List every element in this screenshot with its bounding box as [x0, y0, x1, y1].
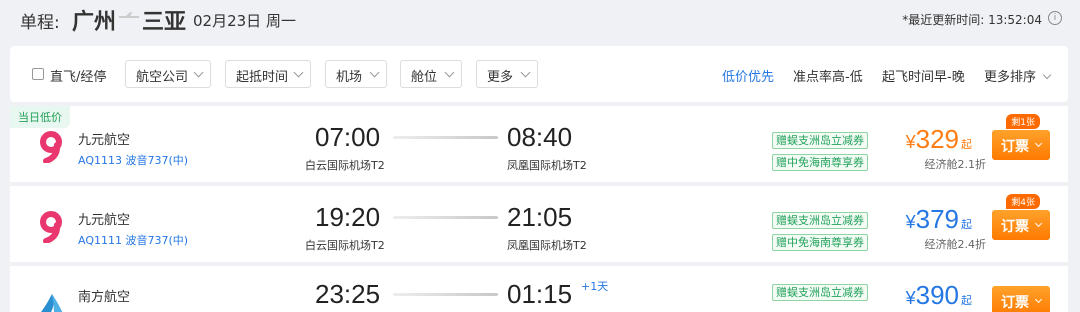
- flight-card: 当日低价 九元航空 AQ1113 波音737(中) 07:00 白云国际机场T2…: [10, 106, 1068, 182]
- promo-coupon-badge[interactable]: 赠蜈支洲岛立减券: [772, 212, 868, 229]
- route-header: 单程: 广州 三亚 02月23日 周一 *最近更新时间: 13:52:04 i: [0, 0, 1080, 40]
- flight-number-link[interactable]: AQ1113 波音737(中): [78, 152, 188, 168]
- flight-card: 九元航空 AQ1111 波音737(中) 19:20 白云国际机场T2 21:0…: [10, 186, 1068, 262]
- currency-symbol: ¥: [905, 212, 916, 232]
- price-suffix: 起: [961, 219, 972, 231]
- departure-time: 23:25: [315, 279, 381, 309]
- price-value: 379: [915, 204, 959, 234]
- arrival-time: 21:05: [507, 202, 573, 232]
- ticket-price: ¥379 起: [906, 204, 972, 235]
- chevron-down-icon: [444, 67, 455, 78]
- arrival-time: 08:40: [507, 122, 573, 152]
- lowest-price-tag: 当日低价: [10, 106, 70, 128]
- chevron-down-icon: [520, 67, 531, 78]
- currency-symbol: ¥: [905, 132, 916, 152]
- filter-airline-label: 航空公司: [136, 70, 189, 85]
- chevron-down-icon: [1034, 295, 1043, 304]
- book-button-label: 订票: [1001, 295, 1029, 311]
- filter-more-label: 更多: [487, 70, 514, 85]
- price-suffix: 起: [961, 139, 972, 151]
- filter-cabin-label: 舱位: [411, 70, 438, 85]
- departure-time: 19:20: [315, 202, 381, 232]
- filter-cabin-dropdown[interactable]: 舱位: [400, 60, 462, 88]
- arrival-city: 三亚: [142, 10, 187, 35]
- flight-card: 南方航空 23:25 01:15 +1天 赠蜈支洲岛立减券 ¥390 起 订票: [10, 266, 1068, 312]
- seats-remaining-badge: 剩1张: [1006, 114, 1040, 129]
- arrival-airport: 凤凰国际机场T2: [507, 159, 587, 172]
- sort-on-time-rate[interactable]: 准点率高-低: [793, 66, 863, 85]
- cabin-discount: 经济舱2.1折: [924, 158, 987, 171]
- airline-name: 九元航空: [78, 133, 131, 148]
- next-day-indicator: +1天: [581, 280, 609, 293]
- travel-date: 02月23日 周一: [193, 12, 296, 30]
- book-button-label: 订票: [1001, 139, 1029, 155]
- sort-more[interactable]: 更多排序: [984, 66, 1052, 85]
- promo-coupon-badge[interactable]: 赠蜈支洲岛立减券: [772, 284, 868, 301]
- chevron-down-icon: [369, 67, 380, 78]
- chevron-down-icon: [1034, 219, 1043, 228]
- flight-number-link[interactable]: AQ1111 波音737(中): [78, 232, 188, 248]
- book-button[interactable]: 订票: [992, 286, 1050, 312]
- book-button[interactable]: 订票: [992, 210, 1050, 240]
- price-value: 390: [915, 280, 959, 310]
- filter-more-dropdown[interactable]: 更多: [476, 60, 538, 88]
- airline-name: 南方航空: [78, 290, 131, 305]
- route-line: [393, 136, 498, 139]
- departure-airport: 白云国际机场T2: [305, 239, 385, 252]
- price-value: 329: [915, 124, 959, 154]
- last-update-time: *最近更新时间: 13:52:04: [902, 13, 1042, 27]
- sort-departure-time[interactable]: 起飞时间早-晚: [882, 66, 965, 85]
- seats-remaining-badge: 剩4张: [1006, 194, 1040, 209]
- filter-airline-dropdown[interactable]: 航空公司: [125, 60, 211, 88]
- departure-time: 07:00: [315, 122, 381, 152]
- china-southern-logo-icon: [41, 294, 63, 312]
- filter-time-label: 起抵时间: [236, 70, 289, 85]
- route-line: [393, 293, 498, 296]
- direct-flight-checkbox[interactable]: [32, 68, 44, 80]
- sort-lowest-price[interactable]: 低价优先: [722, 66, 774, 85]
- arrival-time: 01:15: [507, 279, 573, 309]
- promo-coupon-badge[interactable]: 赠蜈支洲岛立减券: [772, 132, 868, 149]
- chevron-down-icon: [1042, 70, 1052, 80]
- filter-time-dropdown[interactable]: 起抵时间: [225, 60, 311, 88]
- price-suffix: 起: [961, 295, 972, 307]
- jiuyuan-airlines-logo-icon: [40, 131, 62, 163]
- direct-flight-label[interactable]: 直飞/经停: [50, 66, 106, 85]
- promo-coupon-badge[interactable]: 赠中免海南尊享券: [772, 154, 868, 171]
- jiuyuan-airlines-logo-icon: [40, 211, 62, 243]
- filter-bar: 直飞/经停 航空公司 起抵时间 机场 舱位 更多 低价优先 准点率高-低 起飞时…: [10, 46, 1068, 102]
- cabin-discount: 经济舱2.4折: [924, 238, 987, 251]
- chevron-down-icon: [193, 67, 204, 78]
- currency-symbol: ¥: [905, 288, 916, 308]
- plane-icon: [119, 12, 139, 18]
- arrival-airport: 凤凰国际机场T2: [507, 239, 587, 252]
- departure-city: 广州: [72, 10, 117, 35]
- ticket-price: ¥390 起: [906, 280, 972, 311]
- promo-coupon-badge[interactable]: 赠中免海南尊享券: [772, 234, 868, 251]
- book-button-label: 订票: [1001, 219, 1029, 235]
- chevron-down-icon: [1034, 139, 1043, 148]
- chevron-down-icon: [293, 67, 304, 78]
- sort-more-label: 更多排序: [984, 70, 1037, 85]
- info-icon[interactable]: i: [1048, 11, 1062, 25]
- route-line: [393, 216, 498, 219]
- book-button[interactable]: 订票: [992, 130, 1050, 160]
- airline-name: 九元航空: [78, 213, 131, 228]
- trip-type-label: 单程:: [20, 13, 60, 33]
- departure-airport: 白云国际机场T2: [305, 159, 385, 172]
- filter-airport-dropdown[interactable]: 机场: [325, 60, 387, 88]
- filter-airport-label: 机场: [336, 70, 363, 85]
- ticket-price: ¥329 起: [906, 124, 972, 155]
